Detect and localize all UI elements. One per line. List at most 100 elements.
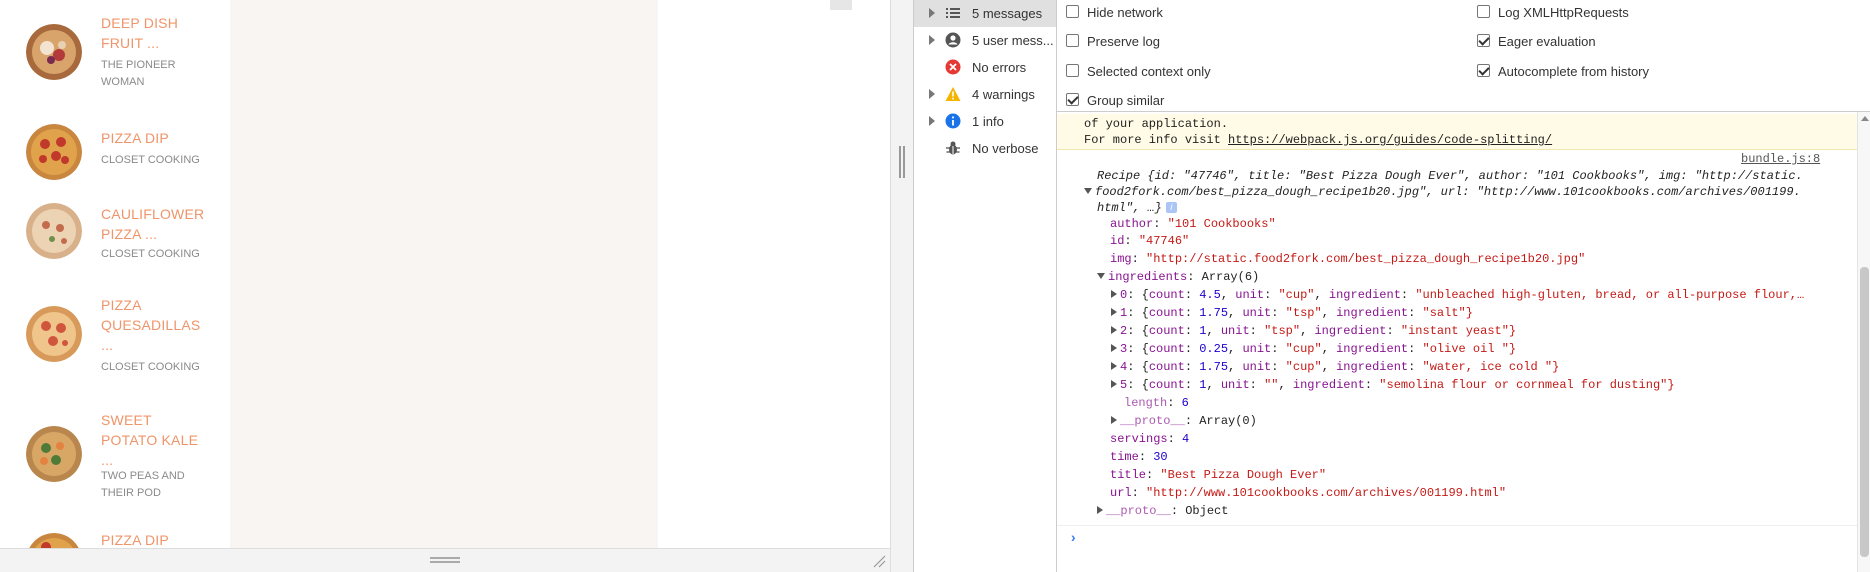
expand-arrow-icon[interactable] — [1111, 290, 1117, 298]
entry-index: 0 — [1120, 288, 1128, 302]
entry-unit: "" — [1264, 378, 1279, 392]
object-summary-line[interactable]: food2fork.com/best_pizza_dough_recipe1b2… — [1084, 184, 1801, 200]
error-icon — [945, 59, 961, 75]
expand-arrow-icon[interactable] — [1111, 308, 1117, 316]
expand-arrow-icon[interactable] — [1111, 416, 1117, 424]
recipe-item[interactable]: CAULIFLOWER PIZZA ... CLOSET COOKING — [0, 199, 230, 295]
setting-label: Autocomplete from history — [1498, 64, 1650, 79]
scroll-up-icon[interactable] — [1861, 116, 1869, 121]
setting-label: Hide network — [1087, 5, 1163, 20]
splitter-grip-icon[interactable] — [899, 146, 905, 178]
sidebar-item-messages[interactable]: 5 messages — [914, 0, 1056, 27]
info-badge-icon[interactable]: i — [1165, 202, 1177, 213]
prop-key: url — [1110, 486, 1132, 500]
warning-text: of your application. — [1084, 117, 1229, 131]
ingredient-entry[interactable]: 2: {count: 1, unit: "tsp", ingredient: "… — [1111, 323, 1516, 339]
recipe-title[interactable]: PIZZA QUESADILLAS ... — [101, 295, 211, 355]
prop-value: 6 — [1181, 396, 1189, 410]
prompt-caret-icon: › — [1069, 531, 1078, 547]
warning-message: of your application. For more info visit… — [1057, 114, 1857, 150]
entry-count: 1.75 — [1199, 360, 1229, 374]
recipe-author: CLOSET COOKING — [101, 248, 200, 260]
sidebar-item-label: 5 user mess... — [972, 33, 1054, 48]
recipe-title[interactable]: SWEET POTATO KALE ... — [101, 410, 211, 470]
prop-value: "http://static.food2fork.com/best_pizza_… — [1146, 252, 1586, 266]
console-prompt[interactable]: › — [1057, 525, 1857, 555]
selected-context-checkbox[interactable] — [1066, 64, 1079, 77]
collapse-arrow-icon[interactable] — [1084, 188, 1092, 194]
warning-icon — [945, 86, 961, 102]
prop-value: 30 — [1153, 450, 1168, 464]
expand-arrow-icon[interactable] — [929, 35, 935, 45]
sidebar-item-label: No verbose — [972, 141, 1039, 156]
ingredient-entry[interactable]: 0: {count: 4.5, unit: "cup", ingredient:… — [1111, 287, 1804, 303]
info-icon — [945, 113, 961, 129]
ingredient-entry[interactable]: 3: {count: 0.25, unit: "cup", ingredient… — [1111, 341, 1516, 357]
preserve-log-checkbox[interactable] — [1066, 34, 1079, 47]
autocomplete-checkbox[interactable] — [1477, 64, 1490, 77]
entry-ingredient: "olive oil "} — [1422, 342, 1517, 356]
ingredient-entry[interactable]: 1: {count: 1.75, unit: "tsp", ingredient… — [1111, 305, 1473, 321]
sidebar-item-info[interactable]: 1 info — [914, 108, 1056, 135]
recipe-item[interactable]: PIZZA QUESADILLAS ... CLOSET COOKING — [0, 295, 230, 410]
source-link[interactable]: bundle.js:8 — [1741, 152, 1820, 166]
sidebar-item-verbose[interactable]: No verbose — [914, 135, 1056, 162]
sidebar-item-errors[interactable]: No errors — [914, 54, 1056, 81]
expand-arrow-icon[interactable] — [1111, 380, 1117, 388]
entry-index: 3 — [1120, 342, 1128, 356]
expand-arrow-icon[interactable] — [1111, 362, 1117, 370]
recipe-thumbnail — [26, 203, 82, 259]
expand-arrow-icon[interactable] — [929, 116, 935, 126]
setting-label: Group similar — [1087, 93, 1165, 108]
ingredient-entry[interactable]: 5: {count: 1, unit: "", ingredient: "sem… — [1111, 377, 1675, 393]
recipe-title[interactable]: PIZZA DIP — [101, 128, 211, 148]
eager-evaluation-checkbox[interactable] — [1477, 34, 1490, 47]
summary-text: food2fork.com/best_pizza_dough_recipe1b2… — [1095, 185, 1801, 199]
expand-arrow-icon[interactable] — [929, 89, 935, 99]
console-scroll-thumb[interactable] — [1860, 267, 1869, 557]
entry-ingredient: "semolina flour or cornmeal for dusting"… — [1379, 378, 1675, 392]
sidebar-item-user-messages[interactable]: 5 user mess... — [914, 27, 1056, 54]
entry-ingredient: "water, ice cold "} — [1422, 360, 1560, 374]
recipe-item[interactable]: DEEP DISH FRUIT ... THE PIONEER WOMAN — [0, 0, 230, 106]
devtools-splitter[interactable] — [890, 0, 914, 572]
hide-network-checkbox[interactable] — [1066, 5, 1079, 18]
prop-value: "101 Cookbooks" — [1167, 217, 1276, 231]
recipe-item[interactable]: SWEET POTATO KALE ... TWO PEAS AND THEIR… — [0, 410, 230, 530]
console-scrollbar[interactable] — [1857, 112, 1870, 572]
console-sidebar: 5 messages 5 user mess... No errors 4 wa… — [914, 0, 1057, 572]
entry-ingredient: "salt"} — [1422, 306, 1473, 320]
prop-key: time — [1110, 450, 1139, 464]
collapse-arrow-icon[interactable] — [1097, 273, 1105, 279]
console-output[interactable]: of your application. For more info visit… — [1057, 112, 1870, 572]
webpack-docs-link[interactable]: https://webpack.js.org/guides/code-split… — [1228, 133, 1552, 147]
recipe-title[interactable]: CAULIFLOWER PIZZA ... — [101, 204, 211, 244]
sidebar-item-label: No errors — [972, 60, 1027, 75]
expand-arrow-icon[interactable] — [929, 8, 935, 18]
prop-title: title: "Best Pizza Dough Ever" — [1110, 468, 1327, 482]
expand-arrow-icon[interactable] — [1111, 326, 1117, 334]
prop-key: servings — [1110, 432, 1168, 446]
expand-arrow-icon[interactable] — [1111, 344, 1117, 352]
recipe-item[interactable]: PIZZA DIP — [0, 530, 230, 548]
resize-corner-icon[interactable] — [872, 554, 886, 568]
prop-object-proto[interactable]: __proto__: Object — [1097, 503, 1228, 519]
expand-arrow-icon[interactable] — [1097, 506, 1103, 514]
recipe-title[interactable]: DEEP DISH FRUIT ... — [101, 13, 211, 53]
drag-handle-icon[interactable] — [430, 557, 460, 563]
group-similar-checkbox[interactable] — [1066, 93, 1079, 106]
entry-count: 1 — [1199, 378, 1207, 392]
ingredient-entry[interactable]: 4: {count: 1.75, unit: "cup", ingredient… — [1111, 359, 1559, 375]
summary-text: html", …} — [1097, 201, 1162, 215]
log-xhr-checkbox[interactable] — [1477, 5, 1490, 18]
recipe-title[interactable]: PIZZA DIP — [101, 530, 211, 548]
panel-scroll-tab[interactable] — [830, 0, 852, 10]
prop-array-proto[interactable]: __proto__: Array(0) — [1111, 413, 1257, 429]
setting-label: Eager evaluation — [1498, 34, 1596, 49]
object-summary-line[interactable]: Recipe {id: "47746", title: "Best Pizza … — [1097, 168, 1803, 184]
setting-label: Log XMLHttpRequests — [1498, 5, 1629, 20]
recipe-item[interactable]: PIZZA DIP CLOSET COOKING — [0, 106, 230, 199]
sidebar-item-warnings[interactable]: 4 warnings — [914, 81, 1056, 108]
object-summary-line[interactable]: html", …} i — [1097, 200, 1177, 216]
prop-ingredients[interactable]: ingredients: Array(6) — [1097, 269, 1259, 285]
